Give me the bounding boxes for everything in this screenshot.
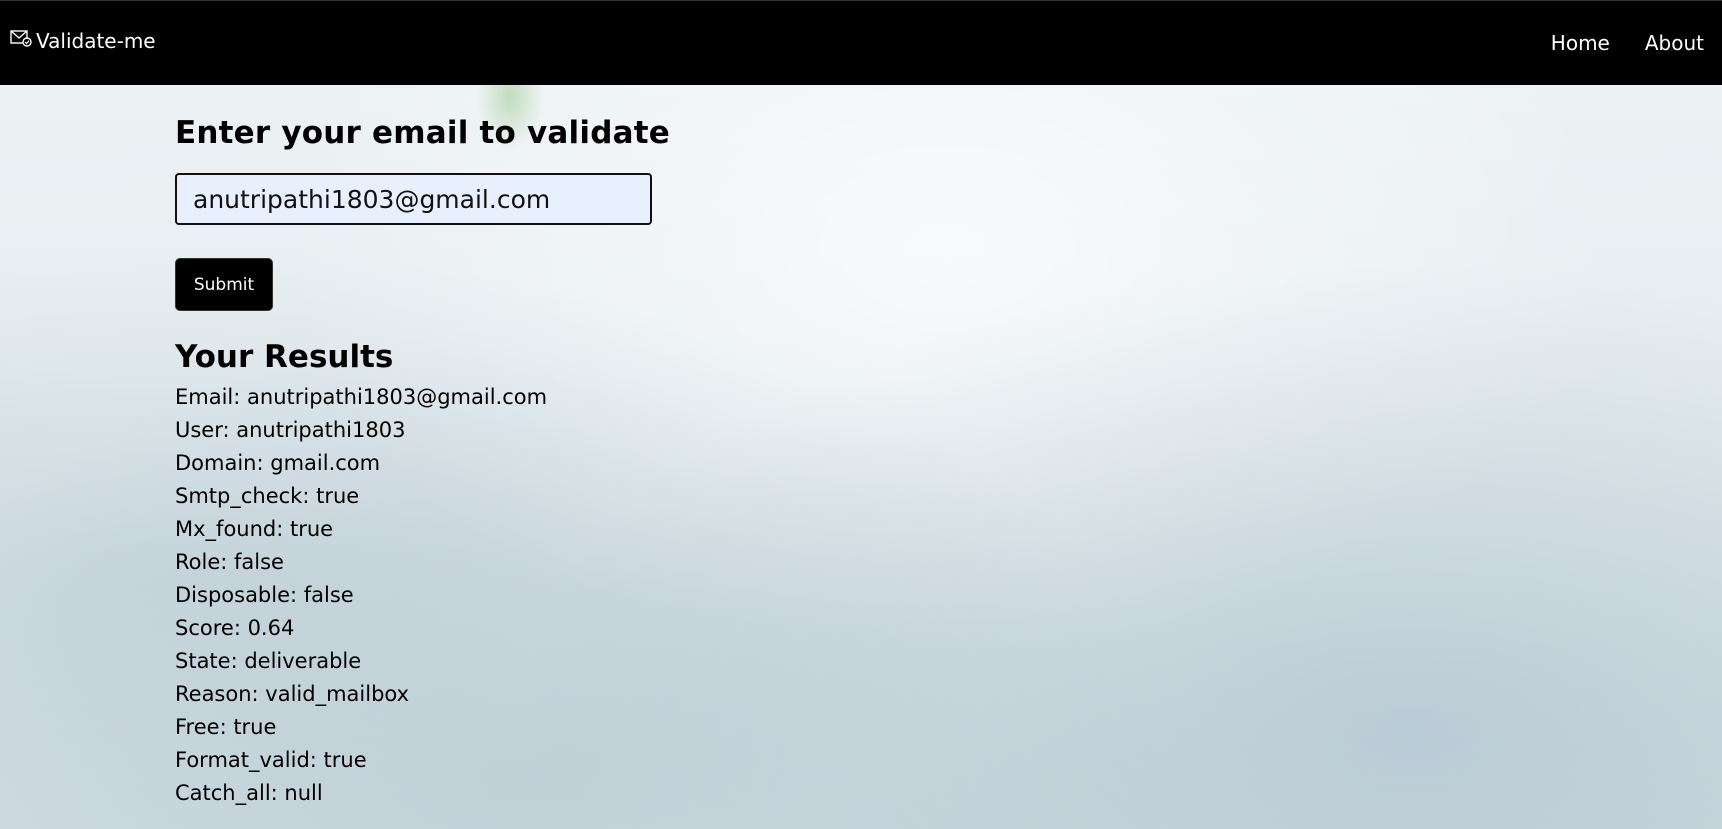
brand-link[interactable]: Validate-me xyxy=(10,29,156,53)
result-free: Free: true xyxy=(175,715,277,739)
email-input[interactable] xyxy=(175,173,652,225)
result-role: Role: false xyxy=(175,550,284,574)
result-reason: Reason: valid_mailbox xyxy=(175,682,410,706)
result-domain: Domain: gmail.com xyxy=(175,451,381,475)
results-heading: Your Results xyxy=(175,339,394,375)
result-disposable: Disposable: false xyxy=(175,583,354,607)
result-smtp-check: Smtp_check: true xyxy=(175,484,360,508)
result-score: Score: 0.64 xyxy=(175,616,295,640)
result-catch-all: Catch_all: null xyxy=(175,781,323,805)
brand-label: Validate-me xyxy=(36,29,156,53)
envelope-icon xyxy=(10,28,32,47)
result-user: User: anutripathi1803 xyxy=(175,418,406,442)
submit-button[interactable]: Submit xyxy=(175,258,273,311)
top-navbar: Validate-me Home About xyxy=(0,0,1722,85)
result-email: Email: anutripathi1803@gmail.com xyxy=(175,385,548,409)
result-mx-found: Mx_found: true xyxy=(175,517,334,541)
result-state: State: deliverable xyxy=(175,649,362,673)
results-list: Email: anutripathi1803@gmail.com User: a… xyxy=(175,381,1075,810)
nav-links: Home About xyxy=(1551,31,1704,55)
nav-about-link[interactable]: About xyxy=(1645,31,1704,55)
nav-home-link[interactable]: Home xyxy=(1551,31,1610,55)
result-format-valid: Format_valid: true xyxy=(175,748,367,772)
form-heading: Enter your email to validate xyxy=(175,115,670,151)
main-content: Enter your email to validate Submit Your… xyxy=(175,115,1075,810)
